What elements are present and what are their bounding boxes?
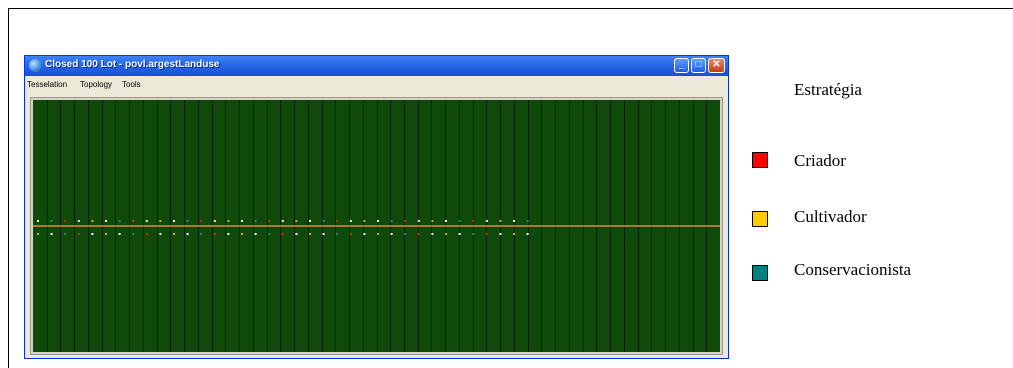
agent-marker [227, 220, 230, 222]
agent-marker [390, 220, 393, 222]
agent-marker [241, 233, 243, 235]
agent-marker [485, 233, 488, 235]
agent-marker [105, 220, 107, 222]
agent-marker [404, 233, 407, 235]
window-title: Closed 100 Lot - povl.argestLanduse [45, 59, 220, 70]
agent-marker [77, 220, 80, 222]
agent-marker [268, 220, 271, 222]
agent-marker [64, 220, 67, 222]
agent-marker [377, 220, 379, 222]
agent-marker [77, 233, 80, 235]
agent-marker [336, 233, 339, 235]
agent-marker [445, 233, 447, 235]
menu-tesselation[interactable]: Tesselation [27, 80, 67, 89]
agent-marker [295, 220, 298, 222]
menu-topology[interactable]: Topology [80, 80, 112, 89]
landuse-grid[interactable] [33, 100, 720, 352]
agent-marker [37, 233, 39, 235]
agent-marker [472, 220, 475, 222]
agent-marker [200, 220, 203, 222]
close-button[interactable]: ✕ [708, 58, 725, 73]
agent-marker [472, 233, 475, 235]
legend-swatch-criador [752, 152, 768, 168]
agent-marker [526, 220, 529, 222]
menu-tools[interactable]: Tools [122, 80, 141, 89]
agent-marker [173, 233, 175, 235]
agent-marker [309, 233, 311, 235]
agent-marker [281, 233, 284, 235]
agent-marker [377, 233, 379, 235]
agent-marker [363, 233, 366, 235]
agent-marker [349, 220, 352, 222]
agent-marker [50, 233, 53, 235]
agent-marker [431, 233, 434, 235]
agent-marker [91, 233, 94, 235]
agent-marker [159, 220, 162, 222]
agent-marker [159, 233, 162, 235]
agent-marker [390, 233, 393, 235]
simulation-canvas[interactable] [30, 97, 723, 355]
agent-marker [200, 233, 203, 235]
agent-marker [281, 220, 284, 222]
app-window: Closed 100 Lot - povl.argestLanduse _ □ … [24, 55, 729, 359]
agent-marker [458, 220, 461, 222]
agent-marker [499, 233, 502, 235]
agent-marker [227, 233, 230, 235]
agent-marker [458, 233, 461, 235]
agent-marker [254, 233, 257, 235]
agent-marker [499, 220, 502, 222]
agent-marker [254, 220, 257, 222]
agent-marker [186, 233, 189, 235]
legend-swatch-cultivador [752, 211, 768, 227]
agent-marker [295, 233, 298, 235]
agent-marker [336, 220, 339, 222]
agent-marker [132, 220, 135, 222]
agent-marker [404, 220, 407, 222]
agent-marker [417, 220, 420, 222]
agent-marker [241, 220, 243, 222]
agent-marker [431, 220, 434, 222]
globe-icon [29, 59, 42, 72]
agent-marker [513, 233, 515, 235]
agent-marker [64, 233, 67, 235]
agent-marker [417, 233, 420, 235]
agent-marker [91, 220, 94, 222]
agent-marker [445, 220, 447, 222]
minimize-button[interactable]: _ [674, 58, 689, 73]
agent-marker [309, 220, 311, 222]
agent-marker [485, 220, 488, 222]
agent-marker [513, 220, 515, 222]
agent-marker [268, 233, 271, 235]
agent-marker [349, 233, 352, 235]
legend-label-criador: Criador [794, 151, 846, 170]
agent-marker [145, 220, 148, 222]
agent-marker [363, 220, 366, 222]
agent-marker [526, 233, 529, 235]
agent-marker [118, 233, 121, 235]
legend-title: Estratégia [794, 80, 862, 99]
agent-marker [145, 233, 148, 235]
maximize-button[interactable]: □ [691, 58, 706, 73]
agent-marker [186, 220, 189, 222]
agent-marker [50, 220, 53, 222]
agent-marker [322, 220, 325, 222]
agent-marker [37, 220, 39, 222]
agent-marker [213, 233, 216, 235]
agent-marker [105, 233, 107, 235]
agent-marker [118, 220, 121, 222]
legend-swatch-conservacionista [752, 265, 768, 281]
legend-label-conservacionista: Conservacionista [794, 260, 912, 279]
agent-marker [132, 233, 135, 235]
menu-bar: Tesselation Topology Tools [25, 76, 728, 92]
title-bar[interactable]: Closed 100 Lot - povl.argestLanduse _ □ … [25, 56, 728, 76]
agent-marker [213, 220, 216, 222]
agent-marker [173, 220, 175, 222]
legend-label-cultivador: Cultivador [794, 207, 867, 226]
agent-marker [322, 233, 325, 235]
